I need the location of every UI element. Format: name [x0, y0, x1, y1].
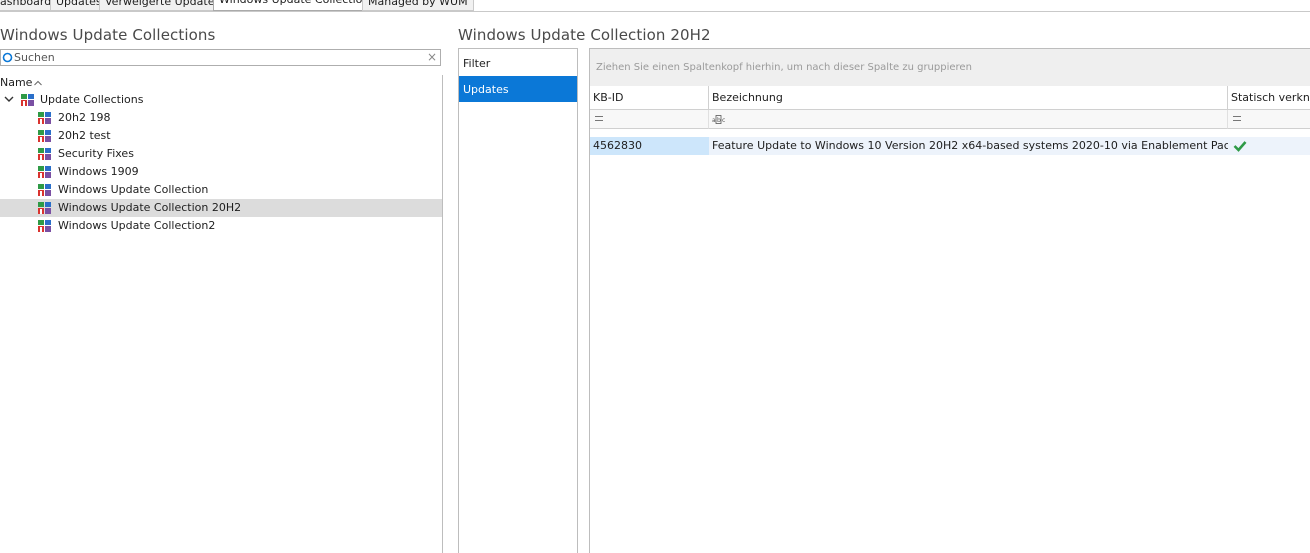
collection-icon — [38, 166, 51, 178]
cell-bezeichnung[interactable]: Feature Update to Windows 10 Version 20H… — [709, 137, 1228, 155]
column-header-kb-id[interactable]: KB-ID — [590, 86, 709, 110]
filter-cell-bezeichnung[interactable]: a b c — [709, 110, 1228, 129]
tree-item-windows-update-collection2[interactable]: Windows Update Collection2 — [0, 217, 442, 235]
tree-item-windows-1909[interactable]: Windows 1909 — [0, 163, 442, 181]
tab-verweigerte-updates[interactable]: Verweigerte Updates — [99, 0, 227, 11]
collection-icon — [38, 148, 51, 160]
expand-chevron-icon[interactable] — [3, 93, 15, 105]
tree-item-windows-update-collection[interactable]: Windows Update Collection — [0, 181, 442, 199]
search-icon — [2, 52, 13, 63]
tree-item-label: Windows Update Collection 20H2 — [58, 201, 242, 214]
checkmark-icon — [1233, 141, 1247, 152]
tree-root[interactable]: Update Collections — [0, 91, 442, 109]
group-panel[interactable]: Ziehen Sie einen Spaltenkopf hierhin, um… — [590, 49, 1310, 87]
search-placeholder: Suchen — [14, 51, 55, 64]
collection-icon — [21, 94, 34, 106]
filter-cell-statisch[interactable] — [1228, 110, 1310, 129]
cell-kb-id[interactable]: 4562830 — [590, 137, 709, 155]
search-input[interactable]: Suchen × — [0, 49, 441, 66]
collection-tree: Name Update Collections 20h2 198 20h2 te… — [0, 75, 443, 553]
tab-strip: ashboard Updates Verweigerte Updates Win… — [0, 0, 1310, 12]
nav-updates[interactable]: Updates — [459, 76, 577, 102]
tree-item-20h2-198[interactable]: 20h2 198 — [0, 109, 442, 127]
tree-column-header[interactable]: Name — [0, 76, 42, 90]
nav-filter[interactable]: Filter — [459, 50, 577, 76]
tree-item-label: 20h2 198 — [58, 111, 111, 124]
filter-equals-icon — [595, 116, 603, 121]
collection-detail-title: Windows Update Collection 20H2 — [458, 26, 711, 44]
sort-ascending-icon — [34, 80, 42, 86]
cell-statisch[interactable] — [1228, 137, 1310, 155]
filter-equals-icon — [1233, 116, 1241, 121]
tree-item-20h2-test[interactable]: 20h2 test — [0, 127, 442, 145]
tab-managed-by-wum[interactable]: Managed by WUM — [362, 0, 474, 11]
detail-nav: Filter Updates — [458, 48, 578, 553]
tree-item-windows-update-collection-20h2[interactable]: Windows Update Collection 20H2 — [0, 199, 442, 217]
filter-cell-kb-id[interactable] — [590, 110, 709, 129]
collection-icon — [38, 220, 51, 232]
collection-icon — [38, 112, 51, 124]
svg-text:a: a — [712, 117, 716, 124]
tree-item-label: Windows Update Collection — [58, 183, 209, 196]
filter-text-icon: a b c — [712, 115, 726, 124]
tree-root-label: Update Collections — [40, 93, 144, 106]
tree-header-label: Name — [0, 76, 33, 89]
tree-item-security-fixes[interactable]: Security Fixes — [0, 145, 442, 163]
column-header-bezeichnung[interactable]: Bezeichnung — [709, 86, 1228, 110]
collection-icon — [38, 184, 51, 196]
collections-title: Windows Update Collections — [0, 26, 216, 44]
svg-text:c: c — [722, 117, 725, 124]
tree-item-label: Windows Update Collection2 — [58, 219, 216, 232]
tree-item-label: Windows 1909 — [58, 165, 139, 178]
clear-icon[interactable]: × — [427, 50, 437, 65]
updates-grid: Ziehen Sie einen Spaltenkopf hierhin, um… — [589, 48, 1310, 553]
tab-windows-update-collections[interactable]: Windows Update Collections — [213, 0, 382, 11]
tab-dashboard[interactable]: ashboard — [0, 0, 58, 11]
column-header-statisch[interactable]: Statisch verknüpft — [1228, 86, 1310, 110]
svg-text:b: b — [717, 117, 721, 124]
collection-icon — [38, 130, 51, 142]
collection-icon — [38, 202, 51, 214]
tree-item-label: Security Fixes — [58, 147, 134, 160]
tree-item-label: 20h2 test — [58, 129, 111, 142]
group-hint: Ziehen Sie einen Spaltenkopf hierhin, um… — [596, 62, 972, 73]
